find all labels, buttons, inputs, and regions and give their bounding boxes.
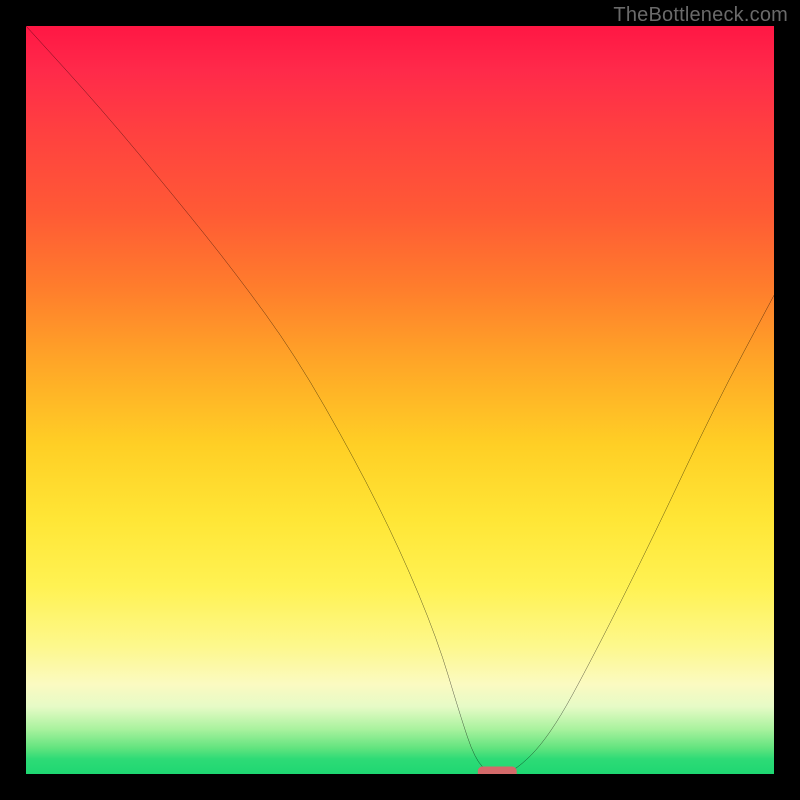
chart-frame: TheBottleneck.com [0, 0, 800, 800]
bottleneck-curve-path [26, 26, 774, 774]
chart-svg [26, 26, 774, 774]
optimal-marker [478, 767, 517, 774]
plot-area [26, 26, 774, 774]
watermark-text: TheBottleneck.com [613, 4, 788, 27]
